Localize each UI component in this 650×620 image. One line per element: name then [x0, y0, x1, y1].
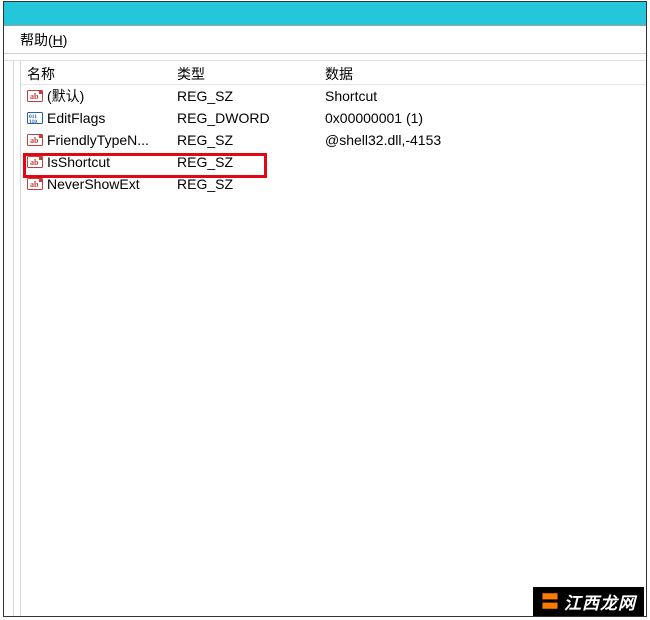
tree-pane-edge [4, 61, 14, 616]
watermark-text: 江西龙网 [564, 589, 636, 614]
cell-name: ab(默认) [21, 86, 171, 106]
string-icon: ab [27, 154, 43, 170]
string-icon: ab [27, 176, 43, 192]
svg-text:ab: ab [30, 180, 39, 189]
rows-container: ab(默认)REG_SZShortcut011110EditFlagsREG_D… [21, 85, 646, 195]
table-row[interactable]: ab(默认)REG_SZShortcut [21, 85, 646, 107]
table-row[interactable]: 011110EditFlagsREG_DWORD0x00000001 (1) [21, 107, 646, 129]
cell-type: REG_SZ [171, 88, 319, 104]
cell-type: REG_SZ [171, 132, 319, 148]
client-area: 名称 类型 数据 ab(默认)REG_SZShortcut011110EditF… [4, 60, 646, 616]
table-row[interactable]: abNeverShowExtREG_SZ [21, 173, 646, 195]
cell-name: abNeverShowExt [21, 176, 171, 192]
window-frame: 帮助(H) 名称 类型 数据 ab(默认)REG_SZShortcut01111… [3, 1, 647, 617]
svg-text:ab: ab [30, 158, 39, 167]
svg-text:ab: ab [30, 136, 39, 145]
cell-type: REG_DWORD [171, 110, 319, 126]
window-titlebar[interactable] [4, 2, 646, 26]
cell-data: Shortcut [319, 88, 646, 104]
header-name[interactable]: 名称 [21, 64, 171, 84]
svg-text:110: 110 [29, 119, 37, 125]
string-icon: ab [27, 132, 43, 148]
cell-name: 011110EditFlags [21, 110, 171, 126]
registry-list: 名称 类型 数据 ab(默认)REG_SZShortcut011110EditF… [21, 61, 646, 616]
cell-name: abFriendlyTypeN... [21, 132, 171, 148]
cell-type: REG_SZ [171, 154, 319, 170]
dword-icon: 011110 [27, 110, 43, 126]
cell-name: abIsShortcut [21, 154, 171, 170]
splitter[interactable] [14, 61, 21, 616]
watermark-accent-icon: 〓 [541, 593, 559, 611]
menu-help-label: 帮助(H) [20, 32, 67, 48]
table-row[interactable]: abIsShortcutREG_SZ [21, 151, 646, 173]
watermark: 〓 江西龙网 [533, 587, 644, 616]
menu-bar: 帮助(H) [4, 26, 646, 54]
menu-help[interactable]: 帮助(H) [14, 28, 73, 52]
header-data[interactable]: 数据 [319, 64, 646, 84]
cell-data: @shell32.dll,-4153 [319, 132, 646, 148]
column-headers: 名称 类型 数据 [21, 61, 646, 85]
cell-type: REG_SZ [171, 176, 319, 192]
header-type[interactable]: 类型 [171, 64, 319, 84]
string-icon: ab [27, 88, 43, 104]
svg-text:ab: ab [30, 92, 39, 101]
cell-data: 0x00000001 (1) [319, 110, 646, 126]
table-row[interactable]: abFriendlyTypeN...REG_SZ@shell32.dll,-41… [21, 129, 646, 151]
